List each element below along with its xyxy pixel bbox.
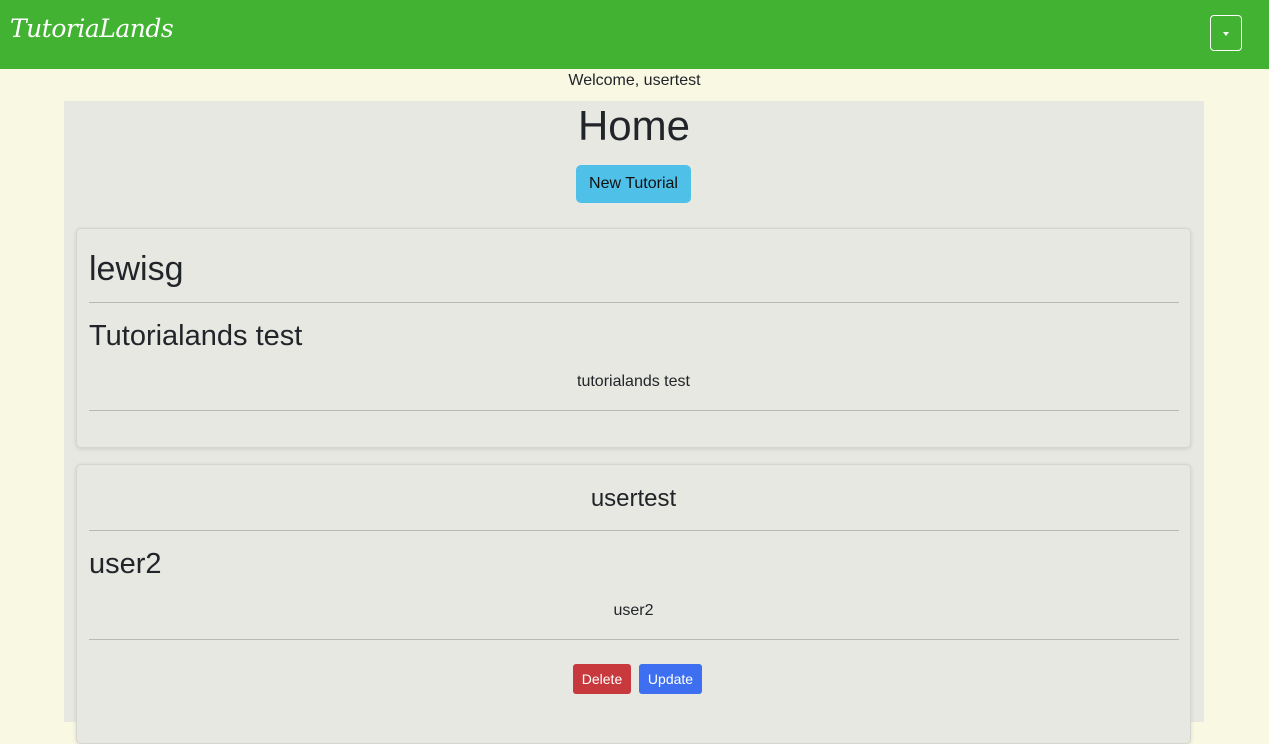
update-button[interactable]: Update: [639, 664, 702, 694]
tutorial-card: lewisg Tutorialands test tutorialands te…: [76, 228, 1191, 448]
divider: [89, 639, 1179, 640]
page-title: Home: [577, 102, 691, 149]
card-author: lewisg: [89, 250, 184, 288]
tutorial-card: usertest user2 user2 Delete Update: [76, 464, 1191, 744]
card-body: user2: [613, 602, 654, 619]
navbar: TutoriaLands: [0, 0, 1269, 69]
welcome-message: Welcome, usertest: [568, 72, 701, 89]
card-title: user2: [89, 548, 162, 580]
caret-down-icon: [1223, 32, 1229, 36]
navbar-toggle-button[interactable]: [1210, 15, 1242, 51]
card-author: usertest: [590, 485, 677, 512]
divider: [89, 410, 1179, 411]
divider: [89, 530, 1179, 531]
card-title: Tutorialands test: [89, 320, 303, 352]
brand-logo[interactable]: TutoriaLands: [10, 14, 174, 43]
new-tutorial-button[interactable]: New Tutorial: [576, 165, 691, 203]
card-body: tutorialands test: [577, 373, 690, 390]
main-panel: Home New Tutorial lewisg Tutorialands te…: [64, 101, 1204, 744]
delete-button[interactable]: Delete: [573, 664, 631, 694]
divider: [89, 302, 1179, 303]
